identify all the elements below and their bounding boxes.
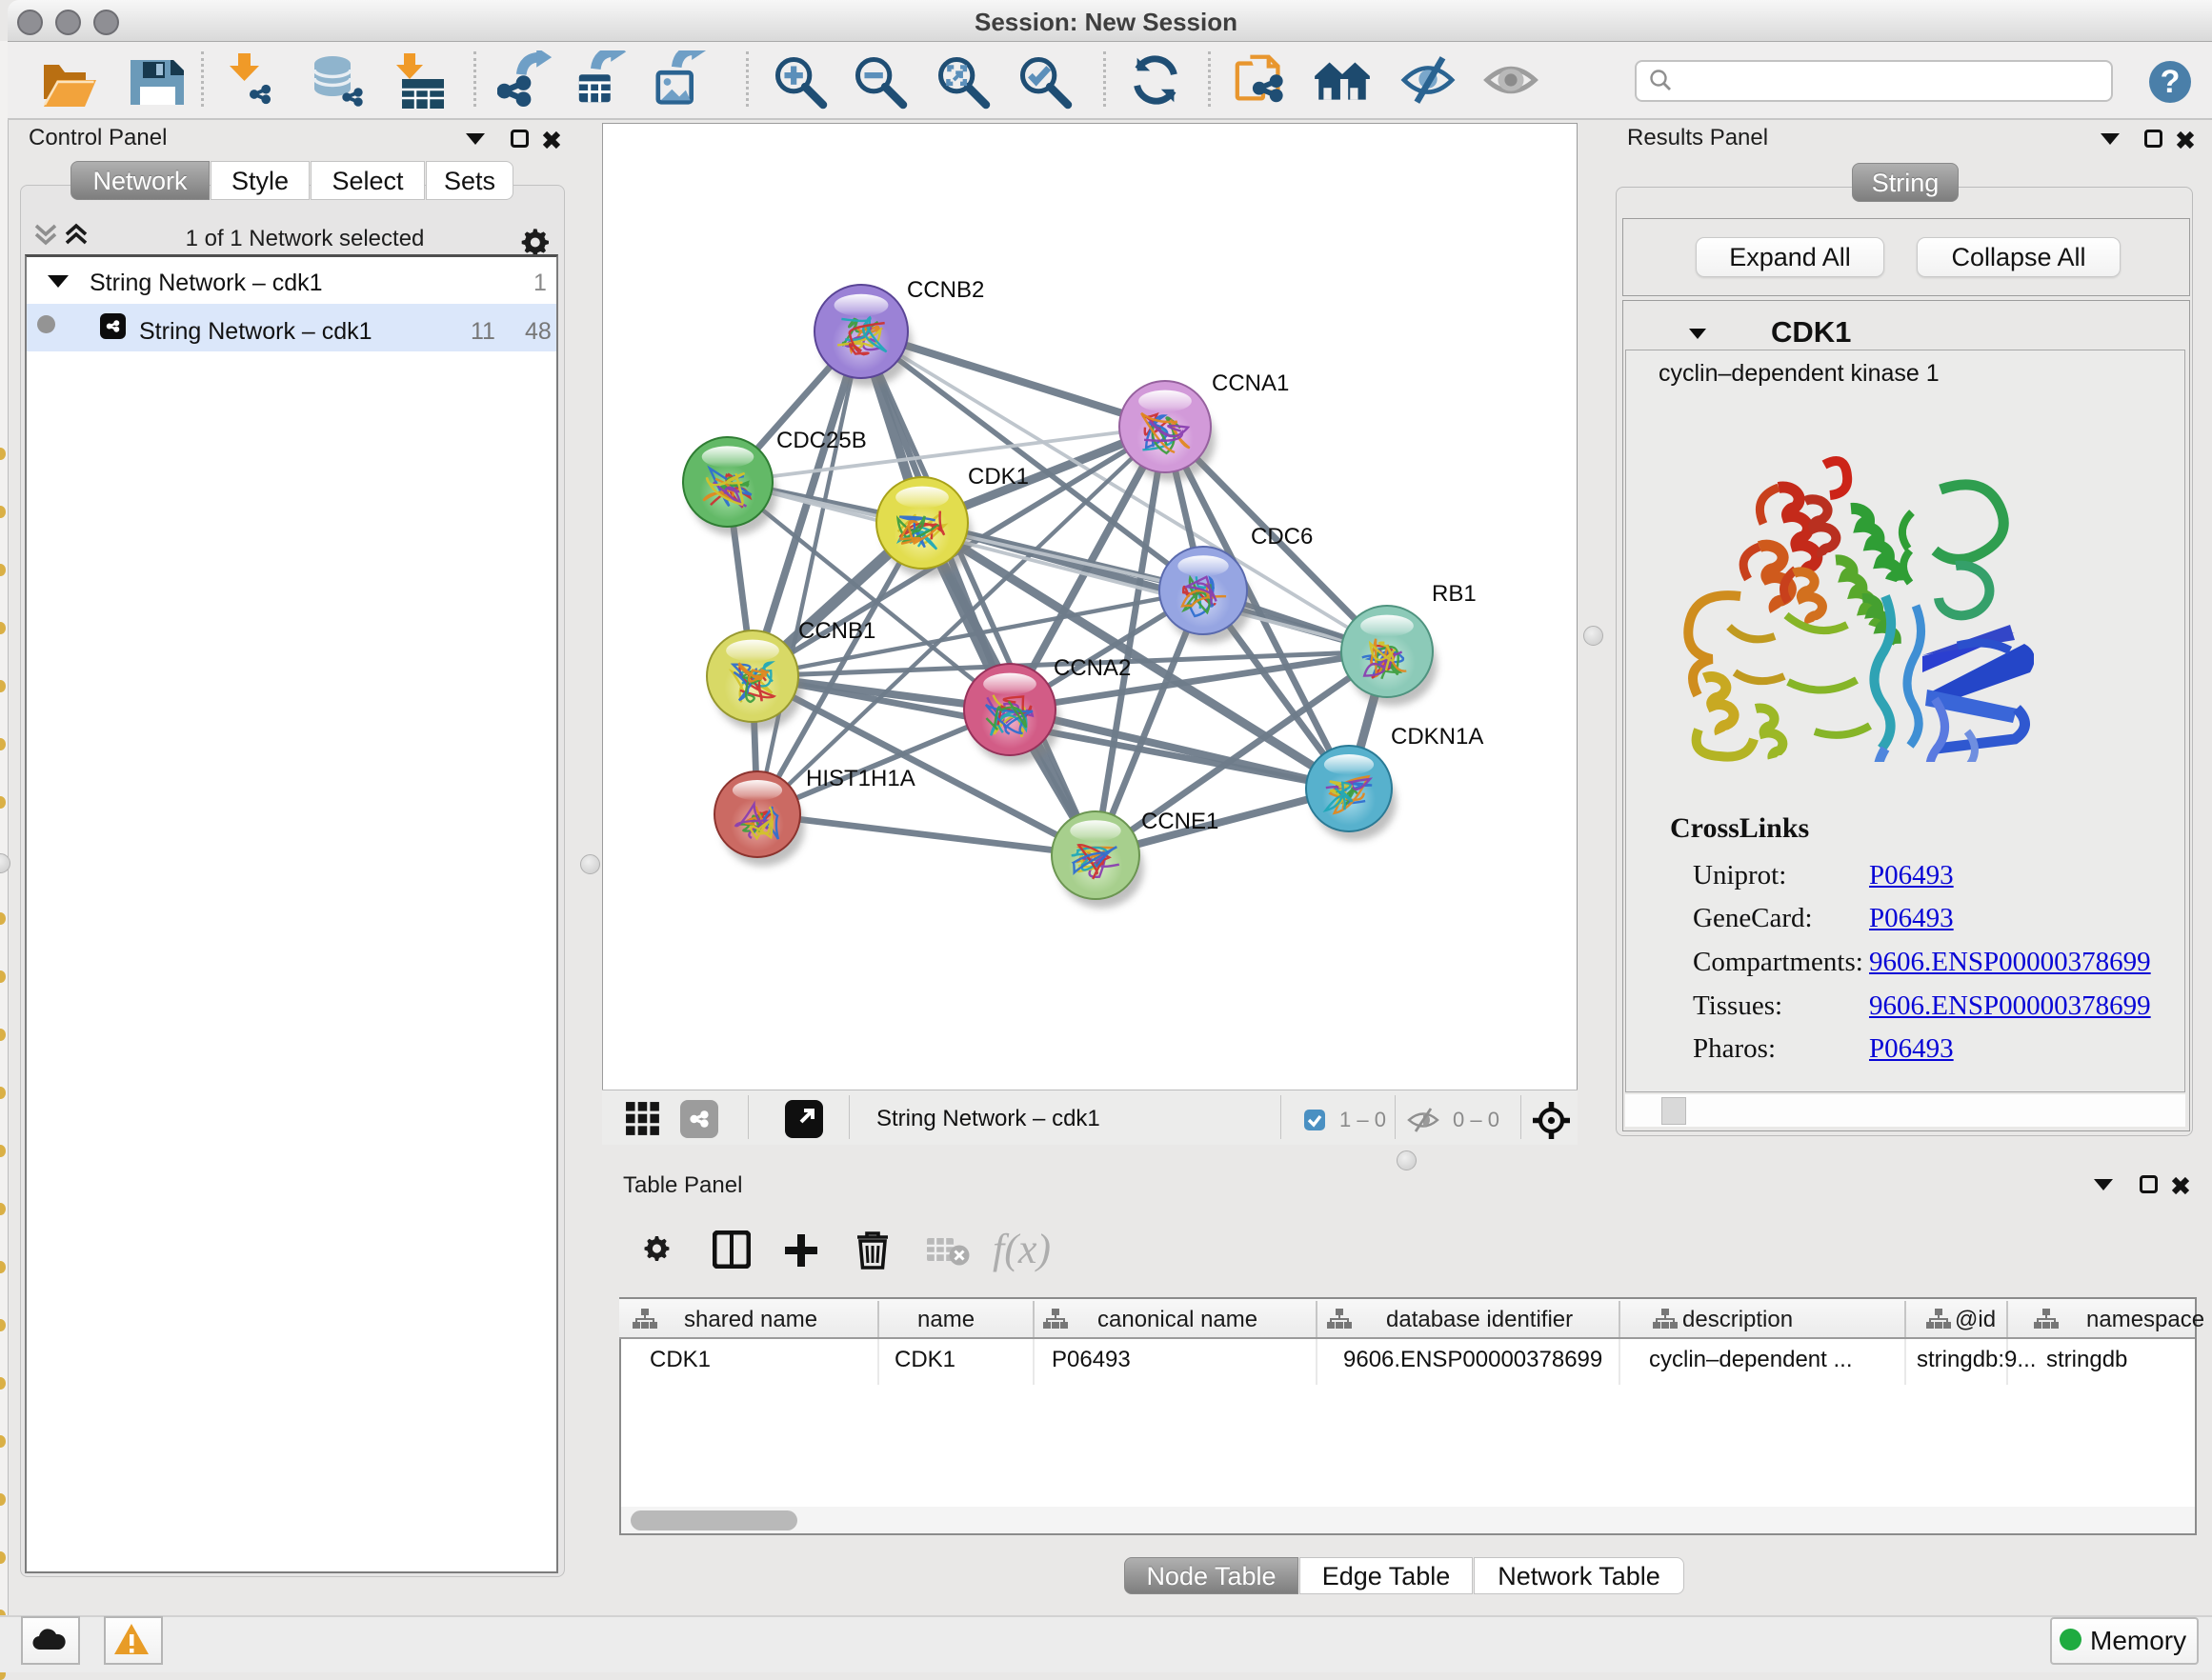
svg-text:CDK1: CDK1: [968, 464, 1029, 490]
svg-text:CCNB2: CCNB2: [907, 277, 984, 303]
svg-text:CCNE1: CCNE1: [1141, 809, 1218, 834]
svg-text:CCNB1: CCNB1: [798, 618, 875, 644]
svg-text:CDC25B: CDC25B: [776, 428, 867, 453]
svg-text:CCNA1: CCNA1: [1212, 370, 1289, 396]
svg-text:RB1: RB1: [1432, 581, 1477, 607]
svg-text:HIST1H1A: HIST1H1A: [806, 766, 915, 791]
svg-text:CDKN1A: CDKN1A: [1391, 724, 1483, 750]
svg-text:CCNA2: CCNA2: [1054, 655, 1131, 681]
svg-text:CDC6: CDC6: [1251, 524, 1313, 550]
